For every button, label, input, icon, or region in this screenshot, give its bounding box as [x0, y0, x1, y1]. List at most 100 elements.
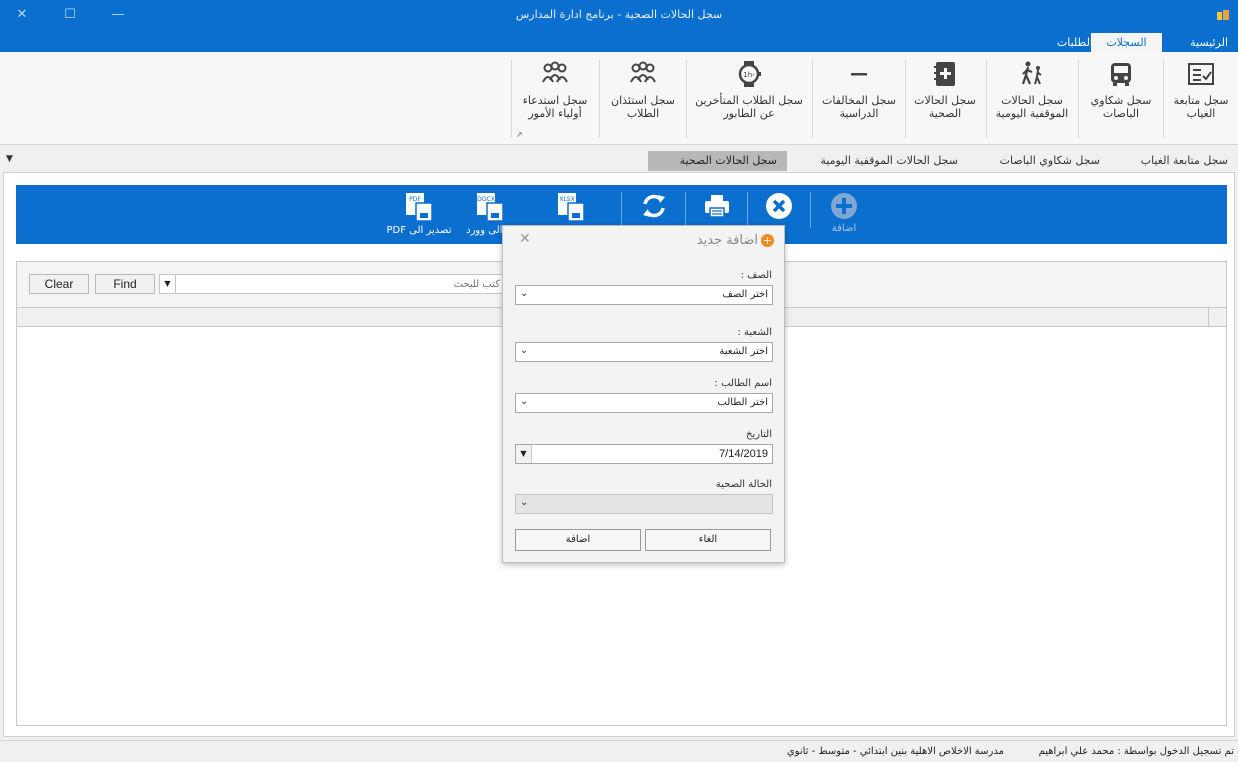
- walking-people-icon: [1021, 61, 1042, 85]
- find-button[interactable]: Find: [95, 274, 155, 294]
- ribbon-button-label: سجل استئذان الطلاب: [611, 94, 675, 120]
- section-select[interactable]: ⌄ اختر الشعبة: [515, 342, 773, 362]
- tab-home[interactable]: الرئيسية: [1180, 33, 1238, 52]
- ribbon-separator: [986, 60, 987, 138]
- checklist-icon: [1188, 63, 1214, 85]
- doc-tab-bus-complaints[interactable]: سجل شكاوي الباصات: [990, 151, 1110, 171]
- grade-label: الصف :: [740, 270, 772, 281]
- date-label: التاريخ: [746, 429, 772, 440]
- logged-in-user-status: تم تسجيل الدخول بواسطة : محمد علي ابراهي…: [1038, 746, 1234, 757]
- close-dialog-icon[interactable]: ✕: [519, 231, 531, 247]
- delete-button[interactable]: [762, 191, 796, 223]
- export-pdf-button[interactable]: PDF تصدير الى PDF: [384, 191, 454, 236]
- delete-circle-icon: [766, 193, 792, 219]
- document-tab-strip: ▼ سجل متابعة الغياب سجل شكاوي الباصات سج…: [0, 146, 1238, 187]
- chevron-down-icon: ⌄: [520, 288, 529, 299]
- ribbon-button-label: سجل متابعة الغياب: [1173, 94, 1229, 120]
- people-group-icon: [630, 61, 656, 83]
- dialog-title-text: اضافة جديد: [696, 233, 758, 248]
- grade-select[interactable]: ⌄ اختر الصف: [515, 285, 773, 305]
- ribbon-late-students-button[interactable]: -1h سجل الطلاب المتأخرين عن الطابور: [690, 58, 808, 136]
- school-name-status: مدرسة الاخلاص الاهلية بنين ابتدائي - متو…: [786, 746, 1004, 757]
- print-button[interactable]: [700, 191, 734, 223]
- health-status-select[interactable]: ⌄: [515, 494, 773, 514]
- app-icon: [1217, 10, 1229, 20]
- pdf-badge-text: PDF: [409, 196, 421, 203]
- refresh-icon: [643, 194, 665, 218]
- ribbon-separator: [599, 60, 600, 138]
- health-status-label: الحالة الصحية: [715, 479, 772, 490]
- toolbar-separator: [810, 192, 811, 228]
- ribbon-separator: [812, 60, 813, 138]
- section-label: الشعبة :: [737, 327, 773, 338]
- ribbon-button-label: سجل الحالات الصحية: [914, 94, 976, 120]
- ribbon-button-label: سجل الطلاب المتأخرين عن الطابور: [695, 94, 803, 120]
- ribbon-button-label: سجل المخالفات الدراسية: [822, 94, 896, 120]
- ribbon-violations-button[interactable]: سجل المخالفات الدراسية: [818, 58, 900, 136]
- xlsx-badge-text: XLSX: [559, 196, 574, 203]
- export-excel-button[interactable]: XLSX: [551, 191, 591, 225]
- toolbar-separator: [747, 192, 748, 228]
- chevron-down-icon: ⌄: [520, 497, 529, 508]
- tab-requests[interactable]: الطلبات: [1047, 33, 1103, 52]
- refresh-button[interactable]: [637, 191, 671, 223]
- ribbon-separator: [905, 60, 906, 138]
- ribbon-button-label: سجل استدعاء أولياء الأمور: [522, 94, 588, 120]
- calendar-dropdown-icon[interactable]: ▼: [516, 445, 532, 463]
- section-value: اختر الشعبة: [719, 346, 768, 357]
- ribbon-separator: [686, 60, 687, 138]
- date-value: 7/14/2019: [719, 448, 768, 460]
- chevron-down-icon: ⌄: [520, 396, 529, 407]
- title-bar: ✕ ☐ — سجل الحالات الصحية - برنامج ادارة …: [0, 0, 1238, 31]
- ribbon-button-label: سجل الحالات الموقفية اليومية: [995, 94, 1069, 120]
- dialog-add-button[interactable]: اضافة: [515, 529, 641, 551]
- add-button-label: اضافة: [831, 223, 857, 234]
- svg-text:-1h: -1h: [743, 71, 755, 79]
- search-input[interactable]: [178, 275, 500, 293]
- search-dropdown-icon[interactable]: ▼: [160, 275, 176, 293]
- doc-tab-daily-situations[interactable]: سجل الحالات الموقفية اليومية: [810, 151, 968, 171]
- date-picker[interactable]: ▼ 7/14/2019: [515, 444, 773, 464]
- toolbar-separator: [621, 192, 622, 228]
- ribbon-group-launcher-icon[interactable]: ↗: [516, 130, 523, 139]
- ribbon-parent-summons-button[interactable]: سجل استدعاء أولياء الأمور: [516, 58, 594, 136]
- student-value: اختر الطالب: [717, 397, 768, 408]
- printer-icon: [705, 195, 729, 218]
- ribbon-tab-strip: الرئيسية السجلات الطلبات: [0, 31, 1238, 52]
- add-circle-icon: [831, 193, 857, 219]
- doc-tab-health-records[interactable]: سجل الحالات الصحية ✕: [648, 151, 787, 187]
- chevron-down-icon: ⌄: [520, 345, 529, 356]
- pdf-file-icon: PDF: [406, 193, 433, 222]
- ribbon-separator: [1078, 60, 1079, 138]
- student-select[interactable]: ⌄ اختر الطالب: [515, 393, 773, 413]
- ribbon-daily-situations-button[interactable]: سجل الحالات الموقفية اليومية: [990, 58, 1074, 136]
- add-button[interactable]: اضافة: [824, 191, 864, 234]
- xlsx-file-icon: XLSX: [558, 193, 585, 222]
- search-box[interactable]: ▼: [159, 274, 503, 294]
- ribbon-bus-complaints-button[interactable]: سجل شكاوي الباصات: [1084, 58, 1158, 136]
- minus-icon: [851, 73, 867, 76]
- clear-button[interactable]: Clear: [29, 274, 89, 294]
- ribbon-absence-tracking-button[interactable]: سجل متابعة الغياب: [1165, 58, 1237, 136]
- add-circle-icon: +: [761, 234, 774, 247]
- parents-group-icon: [542, 61, 568, 83]
- ribbon-student-permission-button[interactable]: سجل استئذان الطلاب: [604, 58, 682, 136]
- dialog-title: +اضافة جديد: [697, 233, 774, 251]
- docx-badge-text: DOCX: [477, 196, 495, 203]
- dialog-cancel-button[interactable]: الغاء: [645, 529, 771, 551]
- bus-icon: [1111, 63, 1131, 86]
- window-title: سجل الحالات الصحية - برنامج ادارة المدار…: [515, 8, 723, 21]
- doc-tab-label: سجل الحالات الصحية: [679, 154, 777, 167]
- grade-value: اختر الصف: [722, 289, 768, 300]
- ribbon-button-label: سجل شكاوي الباصات: [1090, 94, 1152, 120]
- ribbon-separator: [1163, 60, 1164, 138]
- ribbon-health-records-button[interactable]: سجل الحالات الصحية: [908, 58, 982, 136]
- docx-file-icon: DOCX: [477, 193, 504, 222]
- ribbon-separator: [511, 60, 512, 138]
- doc-tab-absence-tracking[interactable]: سجل متابعة الغياب: [1131, 151, 1238, 171]
- export-pdf-label: تصدير الى PDF: [386, 225, 452, 236]
- grid-header-cell[interactable]: [1208, 308, 1226, 326]
- tab-list-dropdown-icon[interactable]: ▼: [6, 154, 13, 164]
- medical-notebook-icon: [934, 62, 955, 86]
- ribbon-panel: سجل متابعة الغياب سجل شكاوي الباصات سجل …: [0, 52, 1238, 145]
